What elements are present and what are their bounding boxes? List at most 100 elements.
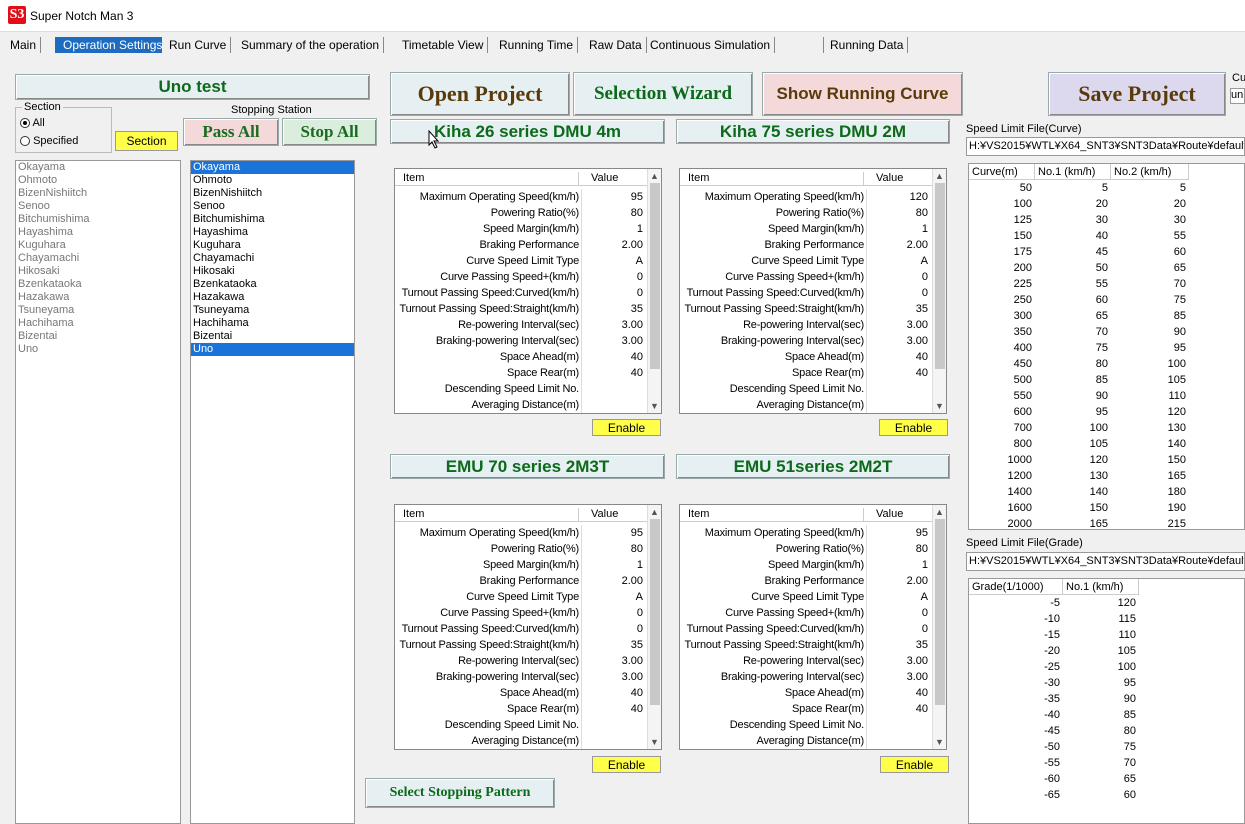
grid-cell[interactable]: 105 [1035,436,1111,452]
station-list-item[interactable]: Bzenkataoka [191,278,354,291]
params-row[interactable]: Curve Speed Limit Type A [680,589,946,605]
station-list-item[interactable]: Kuguhara [191,239,354,252]
params-row[interactable]: Speed Margin(km/h) 1 [395,557,661,573]
param-value[interactable]: 3.00 [581,653,645,669]
grid-cell[interactable]: 250 [969,292,1035,308]
train-4-title[interactable]: EMU 51series 2M2T [676,454,950,479]
param-value[interactable]: 35 [581,301,645,317]
params-row[interactable]: Space Ahead(m) 40 [395,349,661,365]
train-2-enable-button[interactable]: Enable [879,419,948,436]
grid-cell[interactable]: 105 [1111,372,1189,388]
station-list-item[interactable]: Chayamachi [191,252,354,265]
param-value[interactable]: 40 [866,365,930,381]
grid-cell[interactable]: 120 [1063,595,1139,611]
grid-cell[interactable]: 90 [1111,324,1189,340]
params-row[interactable]: Braking Performance 2.00 [680,573,946,589]
section-station-list[interactable]: Okayama Ohmoto BizenNishiitch Senoo Bitchumi… [15,160,181,824]
param-value[interactable]: 3.00 [581,317,645,333]
grid-cell[interactable]: 120 [1035,452,1111,468]
tab-running-data[interactable]: Running Data [826,37,909,53]
grid-cell[interactable]: 175 [969,244,1035,260]
param-value[interactable]: A [581,253,645,269]
params-row[interactable]: Descending Speed Limit No. [395,381,661,397]
top-right-field[interactable]: un [1230,88,1245,104]
stopping-station-list[interactable]: Okayama Ohmoto BizenNishiitch Senoo Bitchumi… [190,160,355,824]
param-value[interactable]: 2.00 [581,573,645,589]
grid-cell[interactable]: 120 [1111,404,1189,420]
param-value[interactable]: 3.00 [581,333,645,349]
param-value[interactable] [866,717,930,733]
train-1-enable-button[interactable]: Enable [592,419,661,436]
grid-cell[interactable]: 800 [969,436,1035,452]
tab-raw-data[interactable]: Raw Data [585,37,647,53]
grid-cell[interactable]: 110 [1111,388,1189,404]
param-value[interactable]: 80 [866,541,930,557]
show-running-curve-button[interactable]: Show Running Curve [762,72,963,116]
station-list-item[interactable]: Tsuneyama [16,304,180,317]
grid-cell[interactable]: 150 [1111,452,1189,468]
grid-cell[interactable]: -25 [969,659,1063,675]
grid-cell[interactable]: 65 [1035,308,1111,324]
scroll-thumb[interactable] [935,183,945,369]
grid-cell[interactable]: 1600 [969,500,1035,516]
train-4-enable-button[interactable]: Enable [880,756,949,773]
params-row[interactable]: Curve Speed Limit Type A [680,253,946,269]
grid-cell[interactable]: 400 [969,340,1035,356]
grid-cell[interactable]: 2000 [969,516,1035,529]
tab-run-curve[interactable]: Run Curve [165,37,232,53]
param-value[interactable] [866,397,930,413]
station-list-item[interactable]: Hachihama [16,317,180,330]
grid-cell[interactable]: 90 [1035,388,1111,404]
grid-cell[interactable]: 115 [1063,611,1139,627]
grid-cell[interactable]: 30 [1111,212,1189,228]
grid-cell[interactable]: -55 [969,755,1063,771]
param-value[interactable]: 95 [581,525,645,541]
params-row[interactable]: Speed Margin(km/h) 1 [395,221,661,237]
param-value[interactable]: 0 [581,621,645,637]
param-value[interactable]: 80 [581,205,645,221]
param-value[interactable]: 95 [581,189,645,205]
grid-cell[interactable]: 30 [1035,212,1111,228]
params-row[interactable]: Powering Ratio(%) 80 [680,205,946,221]
param-value[interactable]: 80 [581,541,645,557]
grid-cell[interactable]: 450 [969,356,1035,372]
grid-cell[interactable]: 180 [1111,484,1189,500]
param-value[interactable]: 0 [866,269,930,285]
station-list-item[interactable]: Bzenkataoka [16,278,180,291]
grid-cell[interactable]: 1400 [969,484,1035,500]
station-list-item[interactable]: Hikosaki [16,265,180,278]
params-row[interactable]: Curve Passing Speed+(km/h) 0 [680,269,946,285]
scroll-down-icon[interactable]: ▼ [650,401,659,411]
param-value[interactable]: 0 [581,285,645,301]
stop-all-button[interactable]: Stop All [282,118,377,146]
params-row[interactable]: Turnout Passing Speed:Curved(km/h) 0 [395,285,661,301]
params-scrollbar[interactable]: ▲ ▼ [932,505,946,749]
params-row[interactable]: Descending Speed Limit No. [680,381,946,397]
params-row[interactable]: Re-powering Interval(sec) 3.00 [680,653,946,669]
params-row[interactable]: Re-powering Interval(sec) 3.00 [395,653,661,669]
grid-cell[interactable]: 140 [1111,436,1189,452]
params-row[interactable]: Curve Passing Speed+(km/h) 0 [395,605,661,621]
params-row[interactable]: Turnout Passing Speed:Straight(km/h) 35 [680,637,946,653]
param-value[interactable]: A [866,253,930,269]
curve-limit-table[interactable]: Curve(m) No.1 (km/h) No.2 (km/h) 50 5 5 100 20 2… [968,163,1245,530]
grid-cell[interactable]: 130 [1035,468,1111,484]
grid-cell[interactable]: -20 [969,643,1063,659]
save-project-button[interactable]: Save Project [1048,72,1226,116]
station-list-item[interactable]: Uno [16,343,180,356]
grid-cell[interactable]: 140 [1035,484,1111,500]
grid-cell[interactable]: -65 [969,787,1063,803]
grid-cell[interactable]: 100 [969,196,1035,212]
tab-main[interactable]: Main [6,37,42,53]
params-row[interactable]: Descending Speed Limit No. [680,717,946,733]
grid-cell[interactable]: 70 [1035,324,1111,340]
scroll-up-icon[interactable]: ▲ [650,507,659,517]
params-row[interactable]: Space Ahead(m) 40 [680,685,946,701]
params-row[interactable]: Averaging Distance(m) [680,733,946,749]
params-scrollbar[interactable]: ▲ ▼ [647,169,661,413]
grid-cell[interactable]: 40 [1035,228,1111,244]
param-value[interactable]: 80 [866,205,930,221]
grid-cell[interactable]: 500 [969,372,1035,388]
param-value[interactable]: 40 [866,349,930,365]
grid-cell[interactable]: 200 [969,260,1035,276]
